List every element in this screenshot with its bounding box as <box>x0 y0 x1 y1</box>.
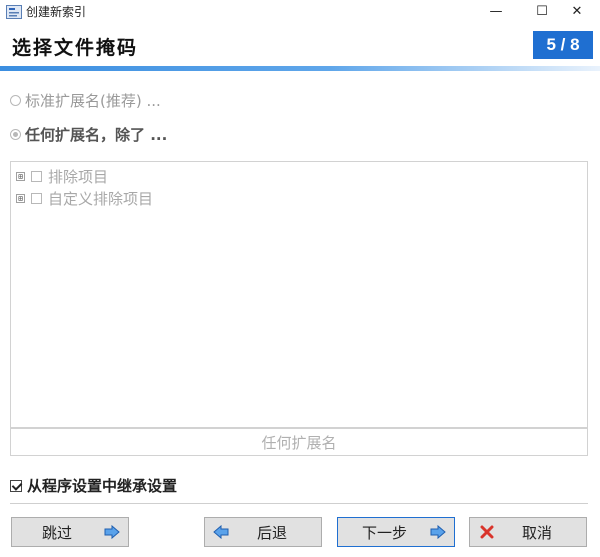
expand-icon[interactable]: ⊞ <box>16 194 25 203</box>
arrow-left-icon <box>213 524 229 543</box>
window-title: 创建新索引 <box>26 5 87 19</box>
arrow-right-icon <box>430 524 446 543</box>
minimize-button[interactable]: — <box>473 0 519 22</box>
skip-button-label: 跳过 <box>42 523 73 542</box>
step-indicator: 5 / 8 <box>533 31 593 59</box>
back-button[interactable]: 后退 <box>204 517 322 547</box>
inherit-settings-checkbox[interactable] <box>10 479 22 492</box>
extension-field[interactable]: 任何扩展名 <box>10 428 588 456</box>
standard-extensions-radio[interactable] <box>10 95 21 106</box>
next-button[interactable]: 下一步 <box>337 517 455 547</box>
divider <box>10 503 588 504</box>
close-button[interactable]: ✕ <box>554 0 600 22</box>
tree-item-label: 排除项目 <box>48 168 109 186</box>
app-icon <box>6 4 22 19</box>
page-title: 选择文件掩码 <box>12 37 139 59</box>
exclusion-tree[interactable]: ⊞ 排除项目 ⊞ 自定义排除项目 <box>10 161 588 428</box>
extension-field-label: 任何扩展名 <box>261 433 337 452</box>
standard-extensions-option[interactable]: 标准扩展名(推荐) ... <box>10 90 161 111</box>
red-x-icon <box>480 525 494 543</box>
any-extension-except-radio[interactable] <box>10 129 21 140</box>
inherit-settings-label: 从程序设置中继承设置 <box>27 477 178 495</box>
next-button-label: 下一步 <box>362 523 408 542</box>
cancel-button-label: 取消 <box>522 523 553 542</box>
any-extension-except-option[interactable]: 任何扩展名，除了 ... <box>10 124 167 145</box>
any-extension-except-label: 任何扩展名，除了 ... <box>25 126 168 144</box>
exclude-items-checkbox[interactable] <box>31 171 42 182</box>
arrow-right-icon <box>104 524 120 543</box>
inherit-settings-option[interactable]: 从程序设置中继承设置 <box>10 475 177 496</box>
wizard-header: 选择文件掩码 5 / 8 <box>0 22 600 66</box>
tree-item-custom-exclude-items[interactable]: ⊞ 自定义排除项目 <box>16 188 153 209</box>
tree-item-exclude-items[interactable]: ⊞ 排除项目 <box>16 166 108 187</box>
cancel-button[interactable]: 取消 <box>469 517 587 547</box>
header-accent-bar <box>0 66 600 71</box>
window-titlebar: 创建新索引 — ☐ ✕ <box>0 0 600 22</box>
custom-exclude-items-checkbox[interactable] <box>31 193 42 204</box>
expand-icon[interactable]: ⊞ <box>16 172 25 181</box>
back-button-label: 后退 <box>257 523 288 542</box>
tree-item-label: 自定义排除项目 <box>48 190 154 208</box>
standard-extensions-label: 标准扩展名(推荐) ... <box>25 92 161 110</box>
skip-button[interactable]: 跳过 <box>11 517 129 547</box>
